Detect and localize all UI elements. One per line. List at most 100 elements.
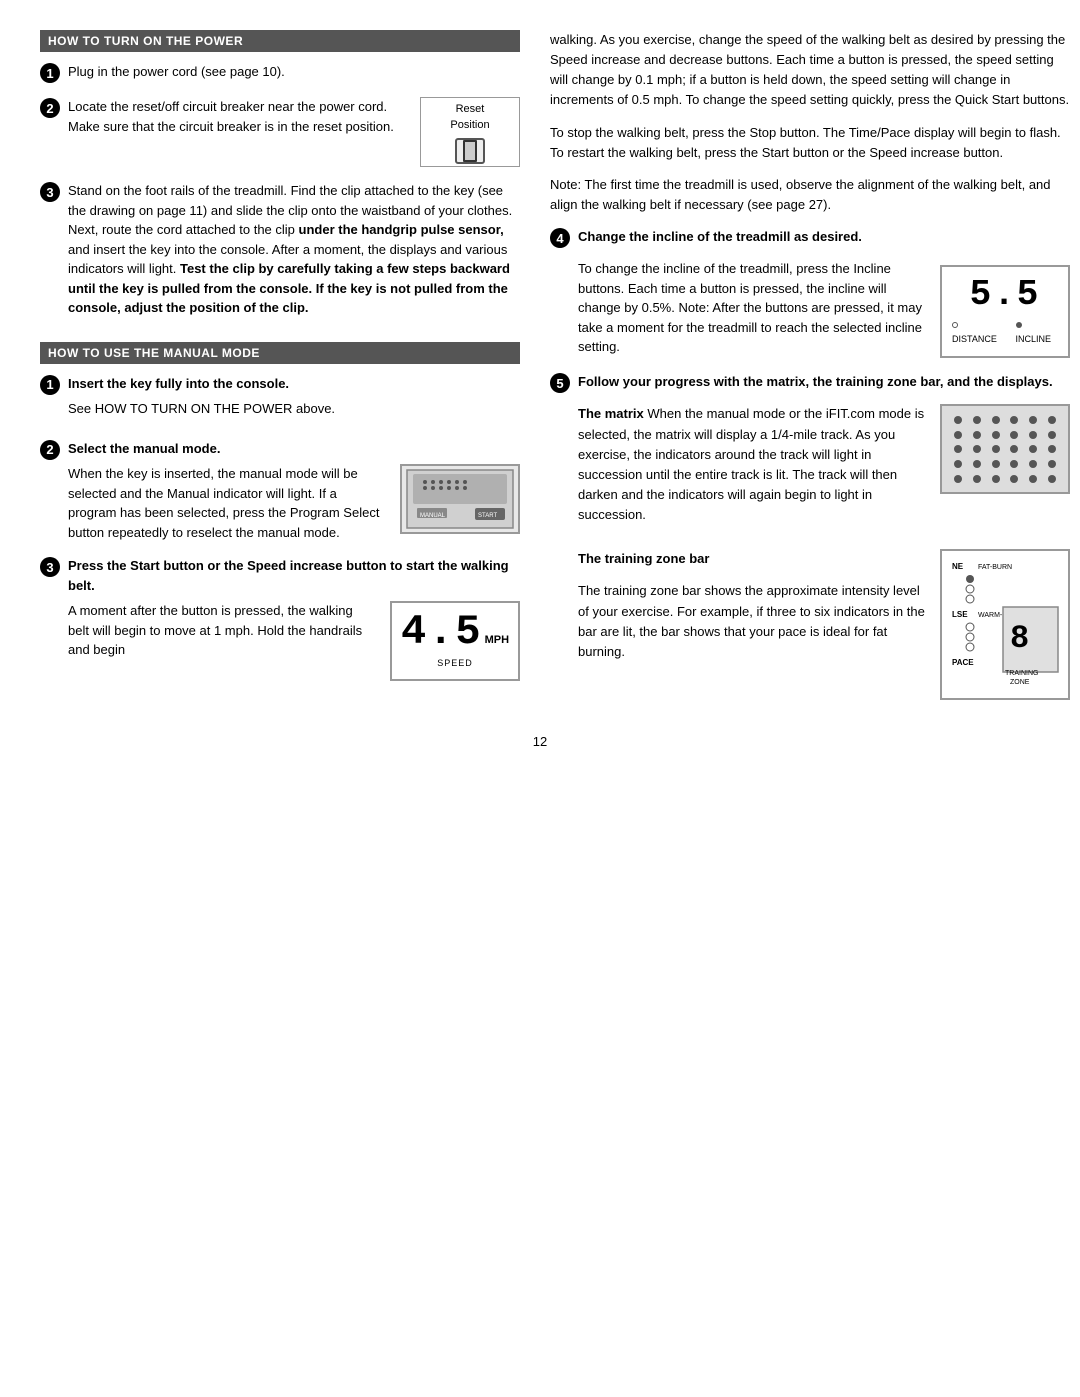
training-zone-section: The training zone bar The training zone … bbox=[578, 549, 1070, 700]
incline-value: 5.5 bbox=[970, 277, 1041, 313]
matrix-dot bbox=[954, 431, 962, 439]
speed-display: 4.5 MPH SPEED bbox=[390, 601, 520, 681]
right-column: walking. As you exercise, change the spe… bbox=[550, 30, 1070, 714]
manual-step-3-content: Press the Start button or the Speed incr… bbox=[68, 556, 520, 681]
matrix-bold-label: The matrix bbox=[578, 406, 644, 421]
manual-step-1-text: See HOW TO TURN ON THE POWER above. bbox=[68, 399, 520, 419]
matrix-dot bbox=[973, 475, 981, 483]
manual-step-1-content: Insert the key fully into the console. S… bbox=[68, 374, 520, 425]
right-step-4-content: Change the incline of the treadmill as d… bbox=[578, 227, 1070, 358]
svg-text:FAT-BURN: FAT-BURN bbox=[978, 564, 1012, 571]
matrix-dot bbox=[1048, 431, 1056, 439]
section-power-header: HOW TO TURN ON THE POWER bbox=[40, 30, 520, 52]
right-step-4-label: Change the incline of the treadmill as d… bbox=[578, 229, 862, 244]
matrix-dot bbox=[1048, 475, 1056, 483]
right-step-4: 4 Change the incline of the treadmill as… bbox=[550, 227, 1070, 358]
para-walking: walking. As you exercise, change the spe… bbox=[550, 30, 1070, 111]
matrix-dot bbox=[954, 475, 962, 483]
matrix-dot bbox=[1029, 475, 1037, 483]
step-2-content: Locate the reset/off circuit breaker nea… bbox=[68, 97, 520, 167]
manual-step-1-label: Insert the key fully into the console. bbox=[68, 376, 289, 391]
matrix-dot bbox=[973, 416, 981, 424]
step-number-3: 3 bbox=[40, 182, 60, 202]
bold-test-clip: Test the clip by carefully taking a few … bbox=[68, 261, 510, 315]
reset-position-icon bbox=[455, 138, 485, 164]
right-step-num-4: 4 bbox=[550, 228, 570, 248]
matrix-dot bbox=[1048, 416, 1056, 424]
matrix-dot bbox=[954, 416, 962, 424]
matrix-dot bbox=[1048, 460, 1056, 468]
step-2-text: Locate the reset/off circuit breaker nea… bbox=[68, 97, 410, 136]
matrix-dot bbox=[954, 445, 962, 453]
matrix-dot bbox=[1010, 416, 1018, 424]
step-number-1: 1 bbox=[40, 63, 60, 83]
console-svg: MANUAL START bbox=[405, 468, 515, 530]
manual-step-2-text: When the key is inserted, the manual mod… bbox=[68, 464, 386, 542]
page-number: 12 bbox=[40, 734, 1040, 749]
step-1-text: Plug in the power cord (see page 10). bbox=[68, 64, 285, 79]
matrix-display bbox=[940, 404, 1070, 494]
distance-dot bbox=[952, 322, 958, 328]
speed-value: 4.5 bbox=[401, 611, 483, 653]
manual-step-2: 2 Select the manual mode. When the key i… bbox=[40, 439, 520, 543]
incline-text: To change the incline of the treadmill, … bbox=[578, 259, 926, 357]
incline-dot bbox=[1016, 322, 1022, 328]
incline-label-text: INCLINE bbox=[1016, 334, 1052, 344]
bold-sensor: under the handgrip pulse sensor, bbox=[299, 222, 504, 237]
svg-text:ZONE: ZONE bbox=[1010, 679, 1030, 686]
speed-label: SPEED bbox=[437, 657, 473, 671]
matrix-dot bbox=[992, 445, 1000, 453]
step-3-text: Stand on the foot rails of the treadmill… bbox=[68, 181, 520, 318]
matrix-dot bbox=[1010, 475, 1018, 483]
training-zone-display: NE FAT-BURN LSE WARM-UP bbox=[940, 549, 1070, 700]
matrix-dot bbox=[973, 431, 981, 439]
right-step-5-content: Follow your progress with the matrix, th… bbox=[578, 372, 1070, 699]
matrix-dot bbox=[1029, 445, 1037, 453]
manual-step-num-2: 2 bbox=[40, 440, 60, 460]
matrix-dot bbox=[992, 416, 1000, 424]
matrix-dot bbox=[1010, 460, 1018, 468]
svg-text:TRAINING: TRAINING bbox=[1005, 670, 1038, 677]
matrix-dot bbox=[973, 445, 981, 453]
step-1-content: Plug in the power cord (see page 10). bbox=[68, 62, 520, 82]
manual-step-num-1: 1 bbox=[40, 375, 60, 395]
matrix-dot bbox=[1029, 416, 1037, 424]
manual-step-1: 1 Insert the key fully into the console.… bbox=[40, 374, 520, 425]
svg-text:NE: NE bbox=[952, 562, 964, 571]
svg-text:8: 8 bbox=[1010, 620, 1029, 657]
training-zone-text-block: The training zone bar The training zone … bbox=[578, 549, 926, 674]
svg-text:LSE: LSE bbox=[952, 610, 968, 619]
section-manual-header: HOW TO USE THE MANUAL MODE bbox=[40, 342, 520, 364]
right-step-5-label: Follow your progress with the matrix, th… bbox=[578, 374, 1053, 389]
manual-console-image: MANUAL START bbox=[400, 464, 520, 534]
para-note: Note: The first time the treadmill is us… bbox=[550, 175, 1070, 215]
right-step-5: 5 Follow your progress with the matrix, … bbox=[550, 372, 1070, 699]
right-step-num-5: 5 bbox=[550, 373, 570, 393]
manual-step-3-text: A moment after the button is pressed, th… bbox=[68, 601, 376, 660]
manual-step-2-label: Select the manual mode. bbox=[68, 441, 220, 456]
para-stop: To stop the walking belt, press the Stop… bbox=[550, 123, 1070, 163]
svg-text:PACE: PACE bbox=[952, 658, 974, 667]
reset-position-label: Reset Position bbox=[450, 101, 489, 134]
incline-display: 5.5 DISTANCE INCLINE bbox=[940, 265, 1070, 358]
matrix-dot bbox=[1010, 431, 1018, 439]
matrix-dot bbox=[973, 460, 981, 468]
distance-label: DISTANCE bbox=[952, 334, 997, 344]
matrix-dot bbox=[1029, 460, 1037, 468]
section-power: HOW TO TURN ON THE POWER 1 Plug in the p… bbox=[40, 30, 520, 324]
matrix-text-block: The matrix When the manual mode or the i… bbox=[578, 404, 926, 537]
matrix-text: When the manual mode or the iFIT.com mod… bbox=[578, 406, 924, 522]
svg-text:START: START bbox=[478, 513, 497, 519]
matrix-dot bbox=[1048, 445, 1056, 453]
power-step-1: 1 Plug in the power cord (see page 10). bbox=[40, 62, 520, 83]
reset-position-box: Reset Position bbox=[420, 97, 520, 167]
matrix-dot bbox=[992, 431, 1000, 439]
manual-step-3: 3 Press the Start button or the Speed in… bbox=[40, 556, 520, 681]
training-zone-bold-label: The training zone bar bbox=[578, 551, 709, 566]
matrix-dot bbox=[992, 460, 1000, 468]
matrix-dot bbox=[1010, 445, 1018, 453]
step-3-content: Stand on the foot rails of the treadmill… bbox=[68, 181, 520, 324]
training-zone-text: The training zone bar shows the approxim… bbox=[578, 581, 926, 662]
power-step-3: 3 Stand on the foot rails of the treadmi… bbox=[40, 181, 520, 324]
training-zone-svg: NE FAT-BURN LSE WARM-UP bbox=[948, 557, 1068, 687]
